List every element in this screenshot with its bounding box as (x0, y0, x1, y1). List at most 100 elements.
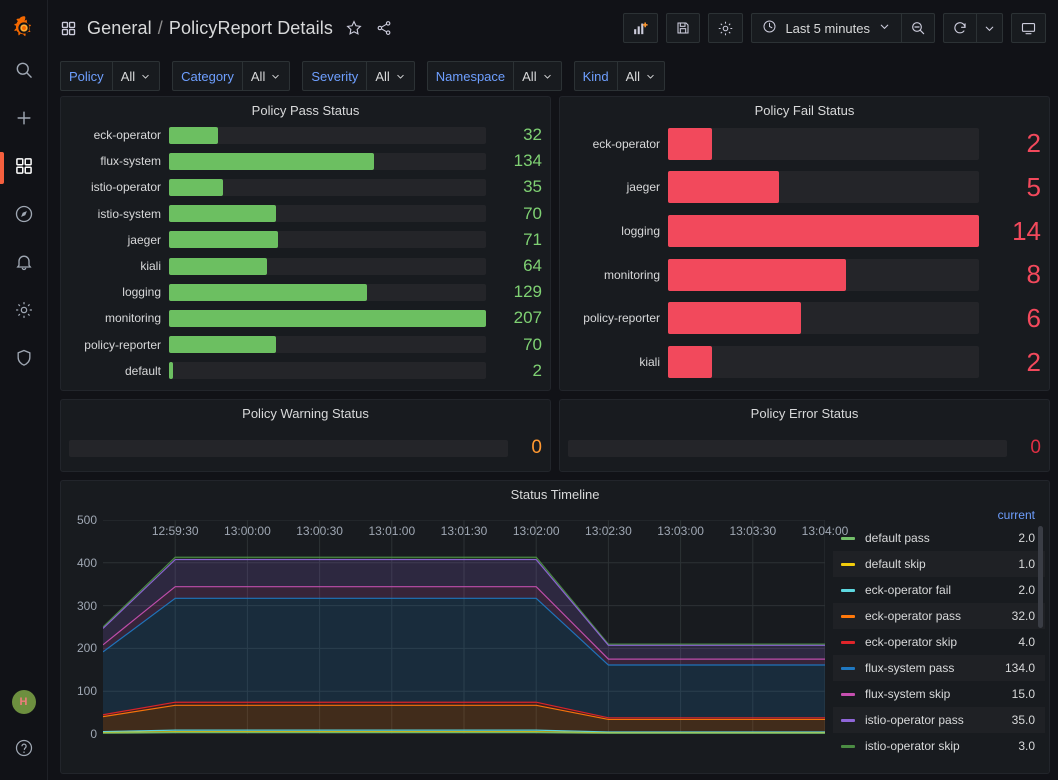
add-panel-button[interactable] (623, 13, 658, 43)
legend-item[interactable]: istio-operator skip3.0 (833, 733, 1045, 759)
legend-item[interactable]: flux-system pass134.0 (833, 655, 1045, 681)
page-title: PolicyReport Details (169, 18, 333, 39)
variable-namespace-label: Namespace (427, 61, 513, 91)
bar-gauge-label: policy-reporter (69, 338, 161, 352)
legend-header-current[interactable]: current (833, 508, 1045, 525)
bar-gauge-label: eck-operator (69, 128, 161, 142)
toolbar-actions: Last 5 minutes (623, 13, 1046, 43)
variable-category-value-text: All (251, 69, 265, 84)
variable-category: Category All (172, 61, 290, 91)
bar-gauge-value: 71 (494, 230, 542, 250)
bar-gauge-row: default2 (69, 361, 542, 381)
bar-gauge-label: eck-operator (568, 137, 660, 151)
sidebar-item-alerting[interactable] (0, 240, 48, 288)
legend-series-name: flux-system pass (865, 661, 1005, 675)
save-dashboard-button[interactable] (666, 13, 700, 43)
legend-item[interactable]: flux-system skip15.0 (833, 681, 1045, 707)
dashboard-settings-button[interactable] (708, 13, 743, 43)
legend-item[interactable]: default pass2.0 (833, 525, 1045, 551)
grafana-logo[interactable] (0, 8, 48, 48)
legend-item[interactable]: eck-operator pass32.0 (833, 603, 1045, 629)
legend-item[interactable]: eck-operator fail2.0 (833, 577, 1045, 603)
panel-title-warning: Policy Warning Status (61, 400, 550, 425)
breadcrumb-folder[interactable]: General (87, 18, 152, 39)
legend-color-swatch (841, 537, 855, 540)
variable-kind: Kind All (574, 61, 665, 91)
cycle-view-mode-button[interactable] (1011, 13, 1046, 43)
panel-policy-warning-status: Policy Warning Status 0 (60, 399, 551, 472)
variable-namespace-value[interactable]: All (513, 61, 561, 91)
bar-gauge-fill (169, 179, 223, 196)
variable-kind-label: Kind (574, 61, 617, 91)
time-controls: Last 5 minutes (751, 13, 935, 43)
sidebar-item-configuration[interactable] (0, 288, 48, 336)
bar-gauge-value: 64 (494, 256, 542, 276)
bar-gauge-row: eck-operator2 (568, 128, 1041, 160)
bar-gauge-value: 70 (494, 204, 542, 224)
variable-namespace-value-text: All (522, 69, 536, 84)
variable-kind-value[interactable]: All (617, 61, 665, 91)
variable-severity-value[interactable]: All (366, 61, 414, 91)
bar-gauge-value: 6 (987, 303, 1041, 334)
bar-gauge-value: 35 (494, 177, 542, 197)
variable-kind-value-text: All (626, 69, 640, 84)
clock-icon (762, 19, 777, 37)
legend-series-value: 35.0 (1012, 713, 1035, 727)
sidebar-item-dashboards[interactable] (0, 144, 48, 192)
sidebar-item-server-admin[interactable] (0, 336, 48, 384)
bar-gauge-track (169, 127, 486, 144)
refresh-dashboard-button[interactable] (943, 13, 976, 43)
time-range-picker[interactable]: Last 5 minutes (751, 13, 901, 43)
share-icon[interactable] (375, 19, 393, 37)
dashboards-icon (14, 156, 34, 181)
bar-gauge-row: flux-system134 (69, 151, 542, 171)
legend-color-swatch (841, 667, 855, 670)
error-track (568, 440, 1007, 457)
bar-gauge-value: 207 (494, 308, 542, 328)
bar-gauge-row: istio-operator 35 (69, 177, 542, 197)
bar-gauge-fill (668, 171, 779, 203)
sidebar-item-search[interactable] (0, 48, 48, 96)
variable-severity-value-text: All (375, 69, 389, 84)
bell-icon (14, 252, 34, 277)
bar-gauge-value: 129 (494, 282, 542, 302)
refresh-interval-picker[interactable] (976, 13, 1003, 43)
panel-body-pass: eck-operator32 flux-system134 istio-operat… (61, 122, 550, 390)
variable-category-value[interactable]: All (242, 61, 290, 91)
legend-series-name: istio-operator skip (865, 739, 1018, 753)
plus-icon (14, 108, 34, 133)
zoom-out-time-button[interactable] (901, 13, 935, 43)
sidebar-item-create[interactable] (0, 96, 48, 144)
bar-gauge-row: jaeger71 (69, 230, 542, 250)
variable-policy: Policy All (60, 61, 160, 91)
gear-icon (14, 300, 34, 325)
sidebar-item-profile[interactable]: H (0, 678, 48, 726)
dashboards-breadcrumb-icon[interactable] (60, 20, 77, 37)
bar-gauge-row: eck-operator32 (69, 125, 542, 145)
legend-item[interactable]: istio-operator pass35.0 (833, 707, 1045, 733)
bar-gauge-track (169, 258, 486, 275)
bar-gauge-track (169, 336, 486, 353)
bar-gauge-value: 8 (987, 259, 1041, 290)
legend-item[interactable]: default skip1.0 (833, 551, 1045, 577)
bar-gauge-fill (668, 215, 979, 247)
error-value: 0 (1017, 437, 1041, 459)
chevron-down-icon (270, 71, 281, 82)
bar-gauge-row: jaeger5 (568, 171, 1041, 203)
legend-item[interactable]: eck-operator skip4.0 (833, 629, 1045, 655)
bar-gauge-row: logging14 (568, 215, 1041, 247)
bar-gauge-label: istio-operator (69, 180, 161, 194)
bar-gauge-fill (169, 231, 278, 248)
bar-gauge-fill (169, 284, 367, 301)
bar-gauge-row: policy-reporter70 (69, 335, 542, 355)
variable-policy-value[interactable]: All (112, 61, 160, 91)
bar-gauge-fill (668, 302, 801, 334)
sidebar-item-help[interactable] (0, 726, 48, 774)
star-icon[interactable] (345, 19, 363, 37)
bar-gauge-row: monitoring8 (568, 259, 1041, 291)
legend-scrollbar[interactable] (1038, 526, 1043, 628)
bar-gauge-fill (169, 153, 374, 170)
bar-gauge-label: monitoring (69, 311, 161, 325)
variable-policy-value-text: All (121, 69, 135, 84)
sidebar-item-explore[interactable] (0, 192, 48, 240)
